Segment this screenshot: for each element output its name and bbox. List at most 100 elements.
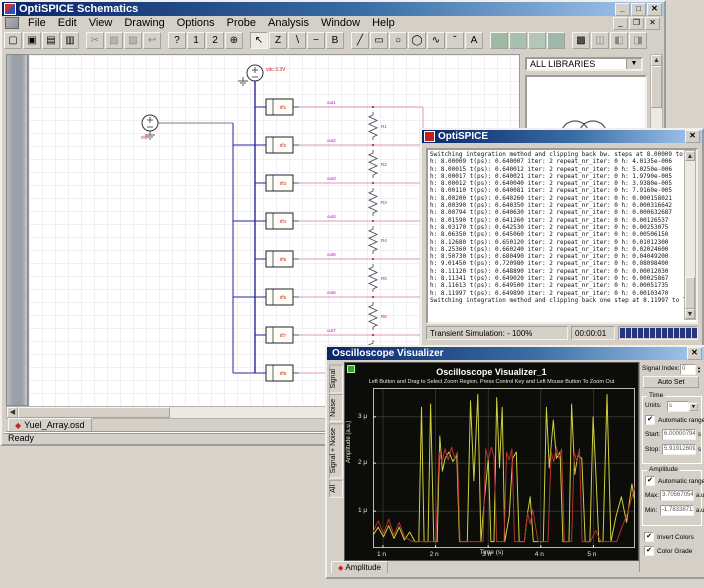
scroll-up-icon[interactable]: ▲ [651, 55, 662, 66]
scope-tab[interactable]: Signal [329, 364, 343, 393]
time-auto-range-checkbox[interactable]: ✔ [645, 415, 655, 425]
print-button[interactable]: ▥ [61, 32, 79, 49]
circle-button[interactable]: ○ [389, 32, 407, 49]
child-close-button[interactable]: ✕ [645, 17, 660, 30]
hscroll-thumb[interactable] [18, 407, 170, 418]
page2-button[interactable]: 2 [206, 32, 224, 49]
schematic-block[interactable]: tff7 [266, 327, 293, 343]
menu-item[interactable]: View [83, 17, 119, 29]
oscilloscope-titlebar[interactable]: Oscilloscope Visualizer ✕ [327, 347, 704, 360]
ellipse-button[interactable]: ◯ [408, 32, 426, 49]
schematic-resistor[interactable] [369, 150, 377, 178]
bold-button[interactable]: B [326, 32, 344, 49]
sep[interactable] [80, 32, 85, 49]
stop-input[interactable]: 5.91912609e-009 [662, 444, 696, 455]
auto-set-button[interactable]: Auto Set [643, 376, 699, 388]
layer3-button[interactable] [528, 32, 546, 49]
dialog-close-button[interactable]: ✕ [685, 130, 700, 143]
new-button[interactable]: ▢ [4, 32, 22, 49]
child-minimize-button[interactable]: _ [613, 17, 628, 30]
amplitude-auto-range-checkbox[interactable]: ✔ [645, 476, 655, 486]
menu-item[interactable]: Window [315, 17, 366, 29]
menu-item[interactable]: Probe [221, 17, 262, 29]
units-select[interactable]: s [667, 401, 689, 412]
scope-tab[interactable]: Noise [329, 394, 343, 422]
sep[interactable] [162, 32, 167, 49]
page1-button[interactable]: 1 [187, 32, 205, 49]
signal-index-input[interactable]: 0 [680, 364, 696, 375]
align2-button[interactable]: ◧ [610, 32, 628, 49]
oscilloscope-close-button[interactable]: ✕ [687, 347, 702, 360]
menu-item[interactable]: Edit [52, 17, 83, 29]
menu-item[interactable]: Analysis [262, 17, 315, 29]
sep[interactable] [566, 32, 571, 49]
document-tab[interactable]: ◆ Yuel_Array.osd [8, 418, 92, 431]
scope-plot-region[interactable]: Oscilloscope Visualizer_1 Left Button an… [344, 362, 639, 561]
log-scrollbar[interactable]: ▲ ▼ [684, 150, 696, 320]
copy-button[interactable]: ▧ [105, 32, 123, 49]
schematic-block[interactable]: tff4 [266, 213, 293, 229]
simulation-log[interactable]: Switching integration method and clippin… [426, 148, 698, 324]
schematic-block[interactable]: tff5 [266, 251, 293, 267]
min-input[interactable]: -1.78338711e-006 [660, 505, 694, 516]
paste-button[interactable]: ▨ [124, 32, 142, 49]
bus-button[interactable]: ∖ [288, 32, 306, 49]
close-button[interactable]: ✕ [647, 3, 662, 16]
cut-button[interactable]: ✂ [86, 32, 104, 49]
text-button[interactable]: A [465, 32, 483, 49]
signal-index-spinner[interactable]: ▲▼ [697, 366, 701, 374]
scope-bottom-tab[interactable]: ◆ Amplitude [331, 561, 388, 573]
dialog-titlebar[interactable]: OptiSPICE ✕ [422, 130, 702, 143]
select-button[interactable]: ↖ [250, 32, 268, 49]
image-button[interactable]: ▩ [572, 32, 590, 49]
menu-item[interactable]: Options [171, 17, 221, 29]
schematic-block[interactable]: tff2 [266, 137, 293, 153]
arc-button[interactable]: ˘ [446, 32, 464, 49]
polyline-button[interactable]: ∿ [427, 32, 445, 49]
line-button[interactable]: ╱ [351, 32, 369, 49]
dash-button[interactable]: − [307, 32, 325, 49]
sep[interactable] [244, 32, 249, 49]
main-titlebar[interactable]: OptiSPICE Schematics _ □ ✕ [2, 2, 664, 16]
library-selector[interactable]: ALL LIBRARIES ▼ [525, 57, 643, 71]
schematic-block[interactable]: tff1 [266, 99, 293, 115]
scope-tab[interactable]: Signal + Noise [329, 423, 343, 478]
zoom-button[interactable]: ⊕ [225, 32, 243, 49]
menu-item[interactable]: File [22, 17, 52, 29]
sep[interactable] [484, 32, 489, 49]
open-button[interactable]: ▣ [23, 32, 41, 49]
schematic-block[interactable]: tff6 [266, 289, 293, 305]
log-scroll-down-icon[interactable]: ▼ [685, 309, 695, 319]
menu-item[interactable]: Help [366, 17, 401, 29]
schematic-source[interactable] [142, 115, 158, 131]
child-restore-button[interactable]: ❐ [629, 17, 644, 30]
invert-colors-checkbox[interactable]: ✔ [644, 532, 654, 542]
scope-tab[interactable]: All [329, 480, 343, 498]
sep[interactable] [345, 32, 350, 49]
chevron-down-icon[interactable]: ▼ [626, 59, 641, 69]
vscroll-thumb[interactable] [651, 66, 662, 108]
layer1-button[interactable] [490, 32, 508, 49]
schematic-resistor[interactable] [369, 226, 377, 254]
maximize-button[interactable]: □ [631, 3, 646, 16]
layer4-button[interactable] [547, 32, 565, 49]
max-input[interactable]: 3.70567054e-006 [660, 490, 694, 501]
schematic-resistor[interactable] [369, 302, 377, 330]
schematic-resistor[interactable] [369, 264, 377, 292]
log-scroll-thumb[interactable] [685, 277, 695, 309]
schematic-resistor[interactable] [369, 188, 377, 216]
align3-button[interactable]: ◨ [629, 32, 647, 49]
align1-button[interactable]: ◫ [591, 32, 609, 49]
scroll-left-icon[interactable]: ◀ [7, 407, 18, 418]
wire-button[interactable]: Z [269, 32, 287, 49]
minimize-button[interactable]: _ [615, 3, 630, 16]
rect-button[interactable]: ▭ [370, 32, 388, 49]
units-dropdown-icon[interactable]: ▼ [689, 403, 698, 411]
log-scroll-up-icon[interactable]: ▲ [685, 151, 695, 161]
schematic-source[interactable] [247, 65, 263, 81]
help-button[interactable]: ? [168, 32, 186, 49]
schematic-block[interactable]: tff3 [266, 175, 293, 191]
color-grade-checkbox[interactable]: ✔ [644, 546, 654, 556]
undo-button[interactable]: ↩ [143, 32, 161, 49]
layer2-button[interactable] [509, 32, 527, 49]
